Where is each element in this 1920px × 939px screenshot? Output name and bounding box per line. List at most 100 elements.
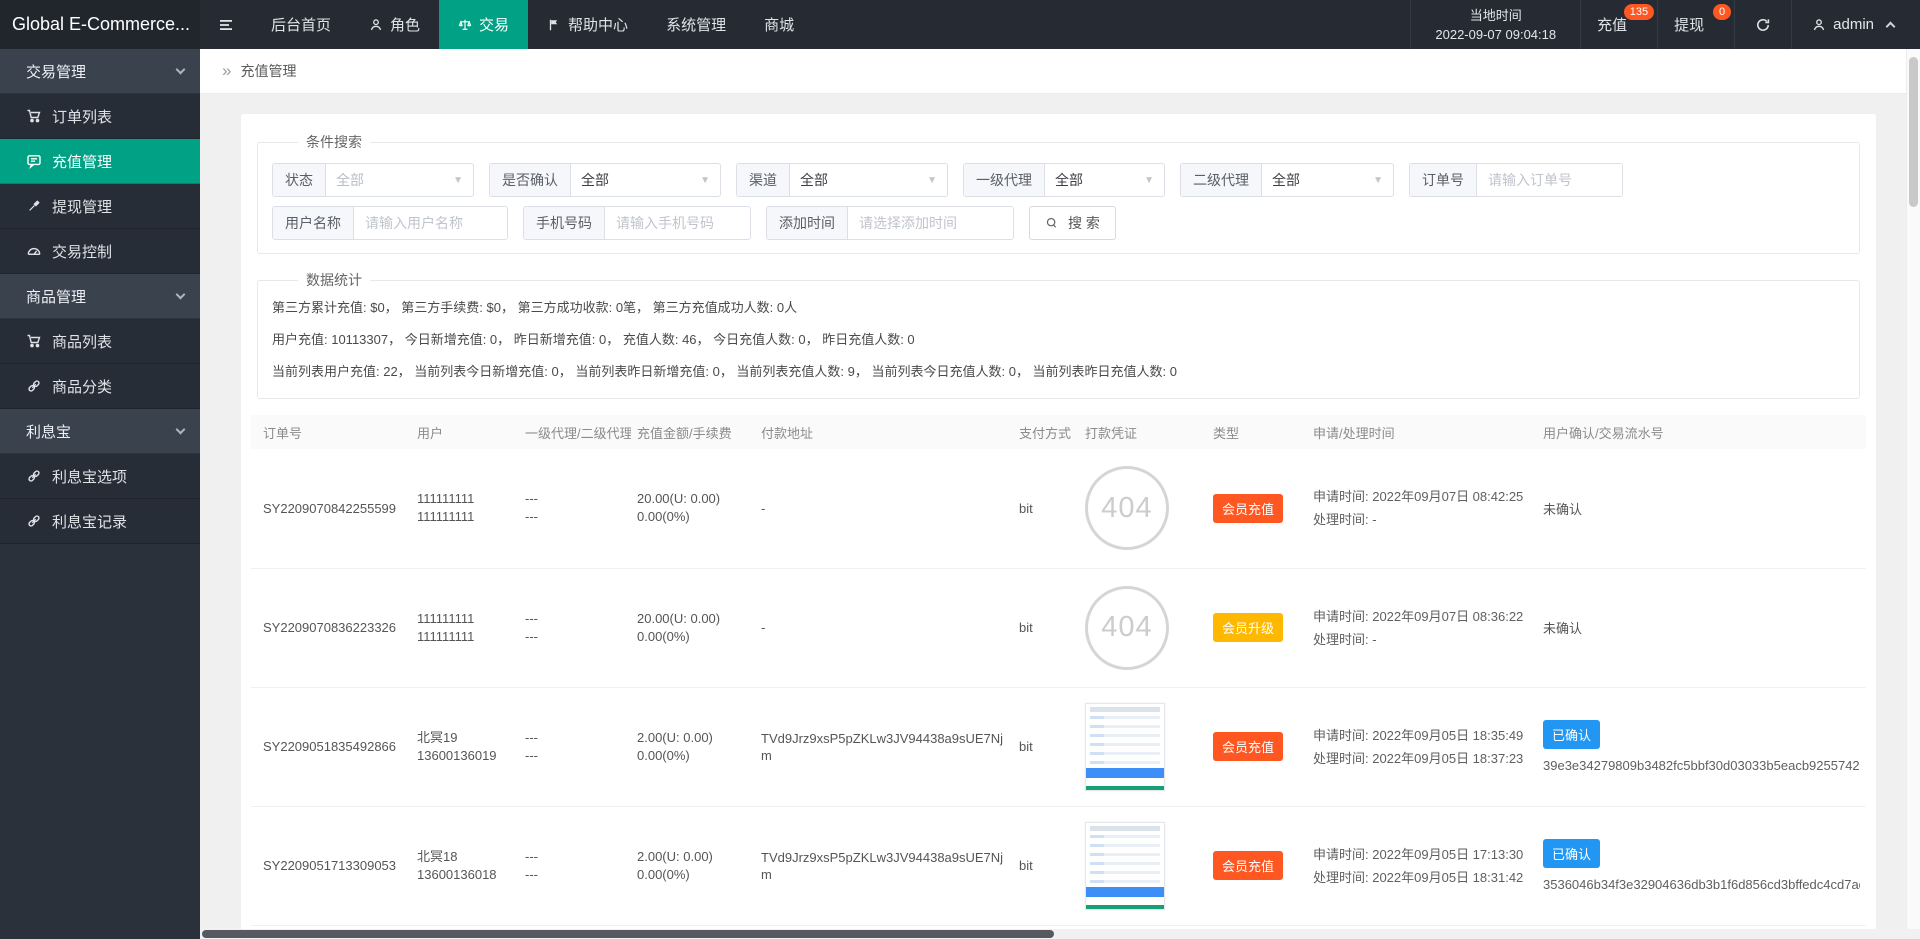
phone-input[interactable] bbox=[605, 207, 750, 239]
sidebar-item-interest-options[interactable]: 利息宝选项 bbox=[0, 454, 200, 499]
flag-icon bbox=[547, 18, 561, 32]
transaction-hash: 39e3e34279809b3482fc5bbf30d03033b5eacb92… bbox=[1543, 758, 1860, 773]
sidebar-item-order-list[interactable]: 订单列表 bbox=[0, 94, 200, 139]
chevron-down-icon: ▼ bbox=[700, 175, 710, 186]
type-badge: 会员充值 bbox=[1213, 494, 1283, 523]
col-pay-method: 支付方式 bbox=[1013, 415, 1079, 449]
cell-pay-address: - bbox=[755, 449, 1013, 568]
filter-add-time: 添加时间 bbox=[766, 206, 1014, 240]
cell-user: 111111111111111111 bbox=[411, 568, 519, 687]
col-order-no: 订单号 bbox=[251, 415, 411, 449]
sidebar-item-product-list[interactable]: 商品列表 bbox=[0, 319, 200, 364]
agent2-select[interactable]: 全部 ▼ bbox=[1262, 164, 1393, 196]
cell-agents: ------ bbox=[519, 806, 631, 925]
sidebar-item-trade-control[interactable]: 交易控制 bbox=[0, 229, 200, 274]
cell-type: 会员升级 bbox=[1207, 568, 1307, 687]
confirm-select[interactable]: 全部 ▼ bbox=[571, 164, 720, 196]
cell-order-no: SY2209051835492866 bbox=[251, 687, 411, 806]
menu-item-mall[interactable]: 商城 bbox=[745, 0, 813, 49]
menu-item-help-center[interactable]: 帮助中心 bbox=[528, 0, 647, 49]
transaction-hash: 3536046b34f3e32904636db3b1f6d856cd3bffed… bbox=[1543, 877, 1860, 892]
user-menu[interactable]: admin bbox=[1791, 0, 1920, 49]
sidebar-item-withdraw-management[interactable]: 提现管理 bbox=[0, 184, 200, 229]
cell-amount-fee: 20.00(U: 0.00)0.00(0%) bbox=[631, 568, 755, 687]
cell-order-no: SY2209070836223326 bbox=[251, 568, 411, 687]
filter-agent1: 一级代理 全部 ▼ bbox=[963, 163, 1165, 197]
filter-row-1: 状态 全部 ▼ 是否确认 全部 ▼ 渠道 全部 ▼ bbox=[272, 163, 1845, 197]
cell-voucher: 404 bbox=[1079, 568, 1207, 687]
confirm-status: 未确认 bbox=[1543, 502, 1582, 517]
sidebar-item-interest-records[interactable]: 利息宝记录 bbox=[0, 499, 200, 544]
cell-confirm: 已确认 3536046b34f3e32904636db3b1f6d856cd3b… bbox=[1537, 806, 1866, 925]
cell-user: 北冥1913600136019 bbox=[411, 687, 519, 806]
cell-pay-method: bit bbox=[1013, 687, 1079, 806]
withdraw-shortcut[interactable]: 提现 0 bbox=[1657, 0, 1734, 49]
type-badge: 会员充值 bbox=[1213, 851, 1283, 880]
sidebar-toggle-button[interactable] bbox=[200, 0, 252, 49]
recharge-shortcut[interactable]: 充值 135 bbox=[1580, 0, 1657, 49]
recharge-table: 订单号 用户 一级代理/二级代理 充值金额/手续费 付款地址 支付方式 打款凭证… bbox=[251, 415, 1866, 929]
cell-order-no: SY2209051713309053 bbox=[251, 806, 411, 925]
filter-confirm: 是否确认 全部 ▼ bbox=[489, 163, 721, 197]
filter-order-no: 订单号 bbox=[1409, 163, 1623, 197]
col-agents: 一级代理/二级代理 bbox=[519, 415, 631, 449]
menu-item-system[interactable]: 系统管理 bbox=[647, 0, 745, 49]
cell-agents: ------ bbox=[519, 449, 631, 568]
comment-icon bbox=[26, 153, 42, 169]
chevron-down-icon bbox=[176, 425, 186, 435]
menu-item-dashboard[interactable]: 后台首页 bbox=[252, 0, 350, 49]
refresh-icon bbox=[1755, 17, 1771, 33]
horizontal-scrollbar-thumb[interactable] bbox=[202, 930, 1054, 938]
chevron-down-icon: ▼ bbox=[453, 175, 463, 186]
horizontal-scrollbar bbox=[200, 929, 1920, 939]
cell-voucher bbox=[1079, 806, 1207, 925]
chevron-down-icon bbox=[176, 290, 186, 300]
cell-times: 申请时间: 2022年09月07日 08:42:25处理时间: - bbox=[1307, 449, 1537, 568]
sidebar-item-recharge-management[interactable]: 充值管理 bbox=[0, 139, 200, 184]
cell-voucher bbox=[1079, 687, 1207, 806]
sidebar-group-product-management[interactable]: 商品管理 bbox=[0, 274, 200, 319]
order-no-input[interactable] bbox=[1477, 164, 1622, 196]
agent1-select[interactable]: 全部 ▼ bbox=[1045, 164, 1164, 196]
chevron-down-icon bbox=[176, 65, 186, 75]
voucher-thumbnail[interactable] bbox=[1085, 822, 1165, 910]
voucher-404-placeholder[interactable]: 404 bbox=[1085, 466, 1169, 550]
type-badge: 会员升级 bbox=[1213, 613, 1283, 642]
cell-confirm: 未确认 bbox=[1537, 449, 1866, 568]
stats-legend: 数据统计 bbox=[298, 270, 370, 290]
withdraw-count-badge: 0 bbox=[1713, 4, 1731, 20]
user-name-input[interactable] bbox=[354, 207, 507, 239]
local-time: 当地时间 2022-09-07 09:04:18 bbox=[1410, 0, 1580, 49]
vertical-scrollbar-thumb[interactable] bbox=[1909, 57, 1918, 207]
cell-agents: ------ bbox=[519, 568, 631, 687]
main-menu: 后台首页 角色 交易 帮助中心 系统管理 商城 bbox=[252, 0, 813, 49]
table-row: SY2209051713309053 北冥1813600136018 -----… bbox=[251, 806, 1866, 925]
cell-type: 会员充值 bbox=[1207, 687, 1307, 806]
refresh-button[interactable] bbox=[1734, 0, 1791, 49]
cell-times: 申请时间: 2022年09月05日 18:35:49处理时间: 2022年09月… bbox=[1307, 687, 1537, 806]
double-chevron-icon: » bbox=[222, 61, 231, 81]
menu-item-roles[interactable]: 角色 bbox=[350, 0, 439, 49]
stats-line-user-recharge: 用户充值: 10113307， 今日新增充值: 0， 昨日新增充值: 0， 充值… bbox=[272, 324, 1845, 356]
voucher-thumbnail[interactable] bbox=[1085, 703, 1165, 791]
status-select[interactable]: 全部 ▼ bbox=[326, 164, 473, 196]
page-title: 充值管理 bbox=[240, 61, 296, 81]
sidebar-item-product-category[interactable]: 商品分类 bbox=[0, 364, 200, 409]
channel-select[interactable]: 全部 ▼ bbox=[790, 164, 947, 196]
col-user: 用户 bbox=[411, 415, 519, 449]
cell-confirm: 未确认 bbox=[1537, 568, 1866, 687]
chevron-down-icon: ▼ bbox=[927, 175, 937, 186]
voucher-404-placeholder[interactable]: 404 bbox=[1085, 586, 1169, 670]
table-row: SY2209051835492866 北冥1913600136019 -----… bbox=[251, 687, 1866, 806]
cell-voucher: 404 bbox=[1079, 449, 1207, 568]
add-time-input[interactable] bbox=[848, 207, 1013, 239]
cell-type: 会员充值 bbox=[1207, 449, 1307, 568]
gauge-icon bbox=[26, 243, 42, 259]
recharge-count-badge: 135 bbox=[1624, 4, 1654, 20]
cell-confirm: 已确认 39e3e34279809b3482fc5bbf30d03033b5ea… bbox=[1537, 687, 1866, 806]
menu-item-trade[interactable]: 交易 bbox=[439, 0, 528, 49]
sidebar-group-interest-treasure[interactable]: 利息宝 bbox=[0, 409, 200, 454]
col-pay-address: 付款地址 bbox=[755, 415, 1013, 449]
sidebar-group-trade-management[interactable]: 交易管理 bbox=[0, 49, 200, 94]
search-button[interactable]: 搜 索 bbox=[1029, 206, 1116, 240]
